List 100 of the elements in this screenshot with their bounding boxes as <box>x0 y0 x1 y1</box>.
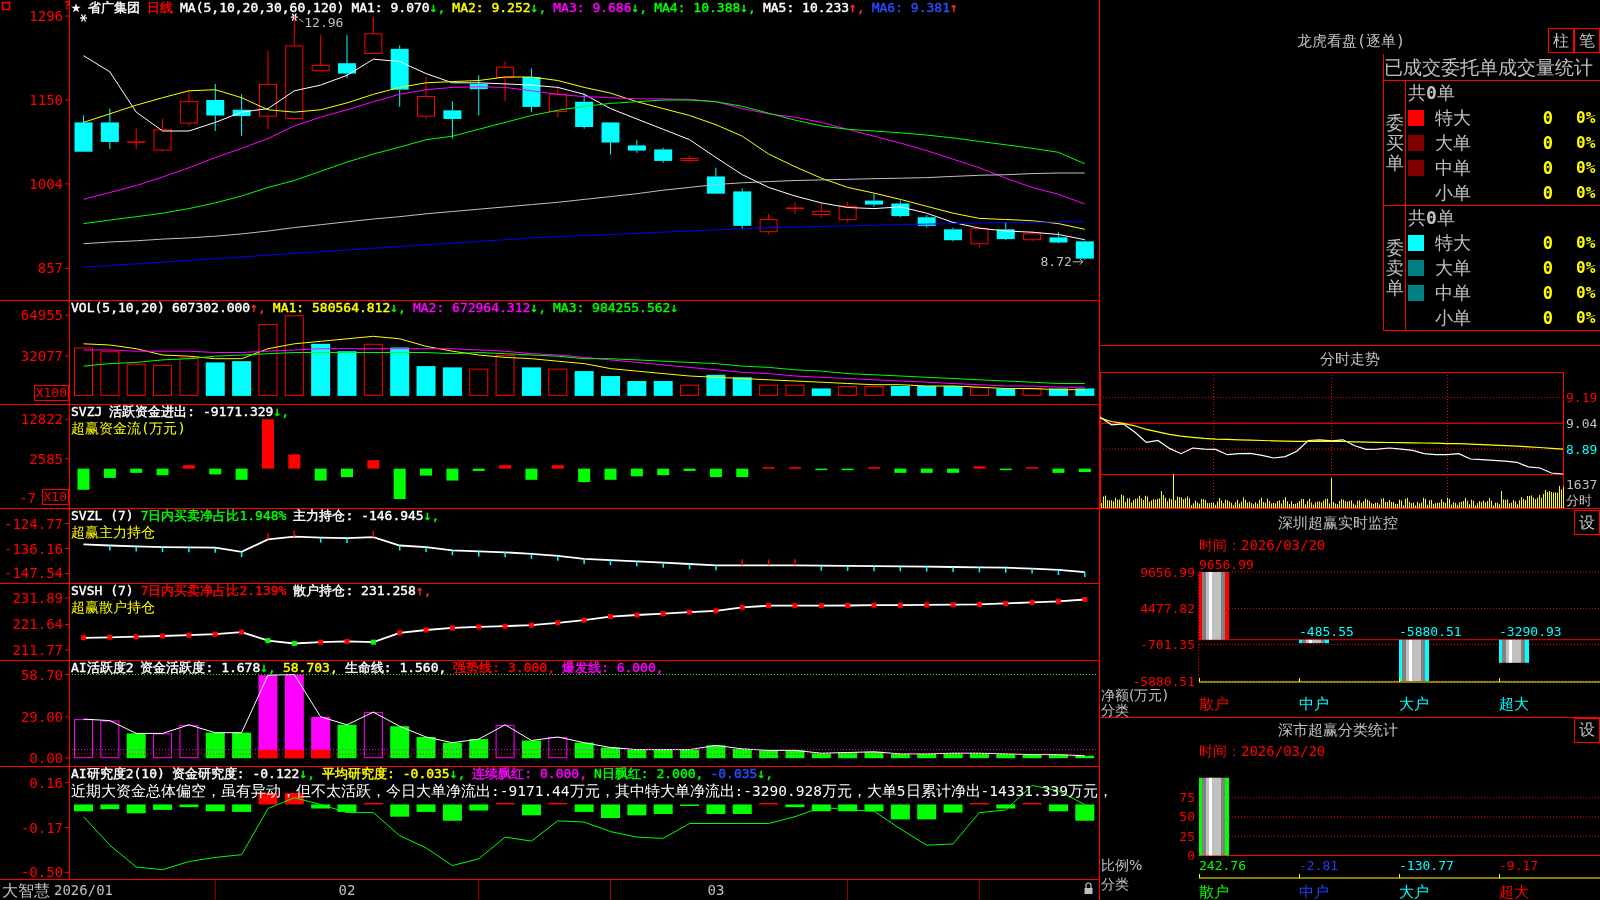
asterisk-icon <box>290 12 299 22</box>
candlestick <box>575 93 594 130</box>
axis-tick-label: 58.70 <box>20 666 63 683</box>
activity-bar <box>363 712 383 759</box>
price-annotation: 8.72 <box>1040 254 1084 270</box>
order-total: 共0单 <box>1408 207 1455 228</box>
legend-item: MA(5,10,20,30,60,120) <box>180 0 345 16</box>
axis-title: 分类 <box>1101 702 1129 717</box>
volume-bar <box>601 376 620 396</box>
view-toggle-button[interactable]: 柱 <box>1548 28 1574 53</box>
axis-tick-label: 9.04 <box>1566 415 1598 431</box>
axis-tick-label: 8.89 <box>1566 441 1598 457</box>
axis-tick-label: 32077 <box>20 348 63 365</box>
change-marker <box>239 629 245 635</box>
axis-tick-label: -124.77 <box>4 515 63 532</box>
fund-flow-bar <box>77 468 90 490</box>
order-total: 共0单 <box>1408 82 1455 103</box>
axis-tick-label: 231.89 <box>12 590 63 606</box>
activity-bar <box>521 740 541 759</box>
fund-flow-bar <box>209 468 222 475</box>
change-marker <box>818 603 824 609</box>
fund-flow-bar <box>551 465 564 469</box>
activity-bar <box>337 724 357 759</box>
order-size-label: 大单 <box>1435 256 1471 278</box>
order-size-label: 大单 <box>1435 131 1471 153</box>
order-count: 0 <box>1542 282 1553 303</box>
indicator-caption: 超赢主力持仓 <box>71 524 155 540</box>
fund-flow-bar <box>288 454 301 469</box>
fund-flow-bar <box>525 468 538 480</box>
activity-bar <box>74 719 93 759</box>
volume-bar <box>969 387 989 396</box>
activity-bar <box>1022 754 1042 759</box>
fund-flow-bar <box>999 468 1012 471</box>
legend-item: SVZL (7) <box>71 508 134 524</box>
category-label: 散户 <box>1199 883 1229 900</box>
volume-bar <box>469 368 489 396</box>
volume-bar <box>232 361 252 396</box>
activity-bar <box>232 732 252 759</box>
legend-item: 资金活跃度: 1.678↓, <box>140 660 276 676</box>
change-marker <box>581 617 587 623</box>
settings-button[interactable]: 设 <box>1574 717 1600 743</box>
activity-bar <box>811 753 831 759</box>
candlestick <box>100 108 119 150</box>
corner-square-icon[interactable] <box>1 1 11 11</box>
fund-flow-bar <box>709 468 722 478</box>
axis-tick-label: -0.17 <box>20 819 63 836</box>
value-label: -3290.93 <box>1499 624 1562 640</box>
legend-item: MA1: 580564.812↓, <box>272 300 406 316</box>
fund-flow-bar <box>947 468 960 473</box>
activity-bar <box>996 753 1016 759</box>
fund-flow-bar <box>683 468 696 471</box>
volume-bar <box>390 347 410 396</box>
candlestick <box>654 147 673 164</box>
fund-flow-bar <box>261 419 274 469</box>
axis-tick-label: 2585 <box>29 450 63 467</box>
change-marker <box>160 633 166 639</box>
activity-bar <box>864 751 884 759</box>
activity-bar <box>732 748 752 759</box>
volume-bar <box>1075 388 1095 396</box>
date-label: 03 <box>707 882 725 898</box>
change-marker <box>871 602 877 608</box>
legend-item: SVZJ <box>71 404 103 420</box>
volume-bar <box>759 384 779 396</box>
candlestick <box>785 201 804 215</box>
activity-bar <box>680 749 700 759</box>
legend-item: MA3: 984255.562↓ <box>553 300 679 316</box>
volume-bar <box>627 381 647 396</box>
change-marker <box>766 603 772 609</box>
volume-bar <box>363 343 383 396</box>
fund-flow-bar <box>973 466 986 469</box>
legend-item: 平均研究度: -0.035↓, <box>322 766 466 782</box>
brand-label: 大智慧 <box>2 880 50 900</box>
candlestick <box>522 67 541 113</box>
settings-button[interactable]: 设 <box>1574 510 1600 535</box>
fund-flow-bar <box>920 468 933 473</box>
order-count: 0 <box>1542 182 1553 203</box>
volume-bar <box>74 347 93 396</box>
volume-bar <box>680 384 700 396</box>
view-toggle-button[interactable]: 笔 <box>1574 28 1600 53</box>
price-annotation: 12.96 <box>298 14 344 30</box>
candlestick <box>496 61 515 102</box>
lock-icon[interactable] <box>1084 882 1093 894</box>
volume-bar <box>811 388 831 396</box>
change-marker <box>739 604 745 610</box>
axis-tick-label: -5880.51 <box>1132 673 1195 689</box>
legend-item: 7日内买卖净占比1.948% <box>140 508 287 524</box>
activity-bar <box>100 720 120 759</box>
candlestick <box>338 34 356 79</box>
legend-item: AI研究度2(10) <box>71 766 165 782</box>
activity-bar <box>627 749 647 759</box>
volume-bar <box>100 351 120 396</box>
fund-flow-bar <box>841 468 854 471</box>
annotation: 8.72 <box>1040 254 1072 270</box>
axis-tick-label: 0 <box>1187 848 1195 863</box>
fund-flow-bar <box>736 468 749 478</box>
panel-title: 龙虎看盘(逐单) <box>1297 33 1406 49</box>
candlestick <box>179 89 198 127</box>
legend-item: SVSH (7) <box>71 583 134 599</box>
activity-bar <box>205 732 225 759</box>
category-label: 超大 <box>1499 883 1529 900</box>
